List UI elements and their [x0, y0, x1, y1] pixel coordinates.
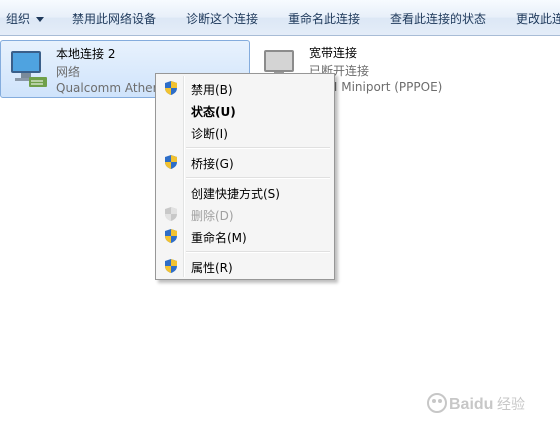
uac-shield-icon	[165, 229, 177, 243]
connection-name: 宽带连接	[309, 46, 358, 60]
menu-item-create-shortcut[interactable]: 创建快捷方式(S)	[158, 181, 332, 203]
menu-item-label: 桥接(G)	[191, 157, 234, 171]
menu-item-delete[interactable]: 删除(D)	[158, 203, 332, 225]
menu-item-bridge[interactable]: 桥接(G)	[158, 151, 332, 173]
menu-item-label: 诊断(I)	[191, 127, 228, 141]
connection-name: 本地连接 2	[56, 47, 116, 61]
organize-label: 组织	[6, 12, 31, 26]
menu-separator	[186, 147, 330, 149]
menu-item-diagnose[interactable]: 诊断(I)	[158, 121, 332, 143]
svg-text:经验: 经验	[497, 397, 525, 413]
diagnose-button[interactable]: 诊断这个连接	[186, 11, 258, 27]
baidu-watermark-logo: Baidu 经验	[427, 393, 525, 413]
uac-shield-icon	[165, 81, 177, 95]
uac-shield-icon	[165, 155, 177, 169]
menu-item-disable[interactable]: 禁用(B)	[158, 77, 332, 99]
menu-item-label: 禁用(B)	[191, 83, 233, 97]
menu-item-rename[interactable]: 重命名(M)	[158, 225, 332, 247]
menu-separator	[186, 251, 330, 253]
command-bar: 组织 禁用此网络设备 诊断这个连接 重命名此连接 查看此连接的状态 更改此连	[0, 0, 560, 36]
connection-status: 网络	[56, 65, 81, 79]
menu-item-properties[interactable]: 属性(R)	[158, 255, 332, 277]
connection-device: Qualcomm Atheros	[56, 81, 171, 95]
menu-item-label: 状态(U)	[191, 105, 236, 119]
menu-item-label: 重命名(M)	[191, 231, 247, 245]
rename-button[interactable]: 重命名此连接	[288, 11, 360, 27]
disable-device-button[interactable]: 禁用此网络设备	[72, 11, 156, 27]
uac-shield-icon	[165, 259, 177, 273]
menu-item-label: 属性(R)	[191, 261, 233, 275]
menu-item-label: 创建快捷方式(S)	[191, 187, 280, 201]
menu-separator	[186, 177, 330, 179]
menu-item-status[interactable]: 状态(U)	[158, 99, 332, 121]
menu-item-label: 删除(D)	[191, 209, 234, 223]
uac-shield-disabled-icon	[165, 207, 177, 221]
change-settings-button[interactable]: 更改此连	[516, 11, 560, 27]
svg-text:Baidu: Baidu	[449, 396, 493, 413]
chevron-down-icon	[36, 17, 45, 22]
context-menu: 禁用(B) 状态(U) 诊断(I) 桥接(G) 创建快捷方式(S) 删除(D) …	[155, 73, 335, 280]
network-adapter-icon	[11, 51, 47, 87]
organize-button[interactable]: 组织	[6, 11, 45, 27]
view-status-button[interactable]: 查看此连接的状态	[390, 11, 486, 27]
